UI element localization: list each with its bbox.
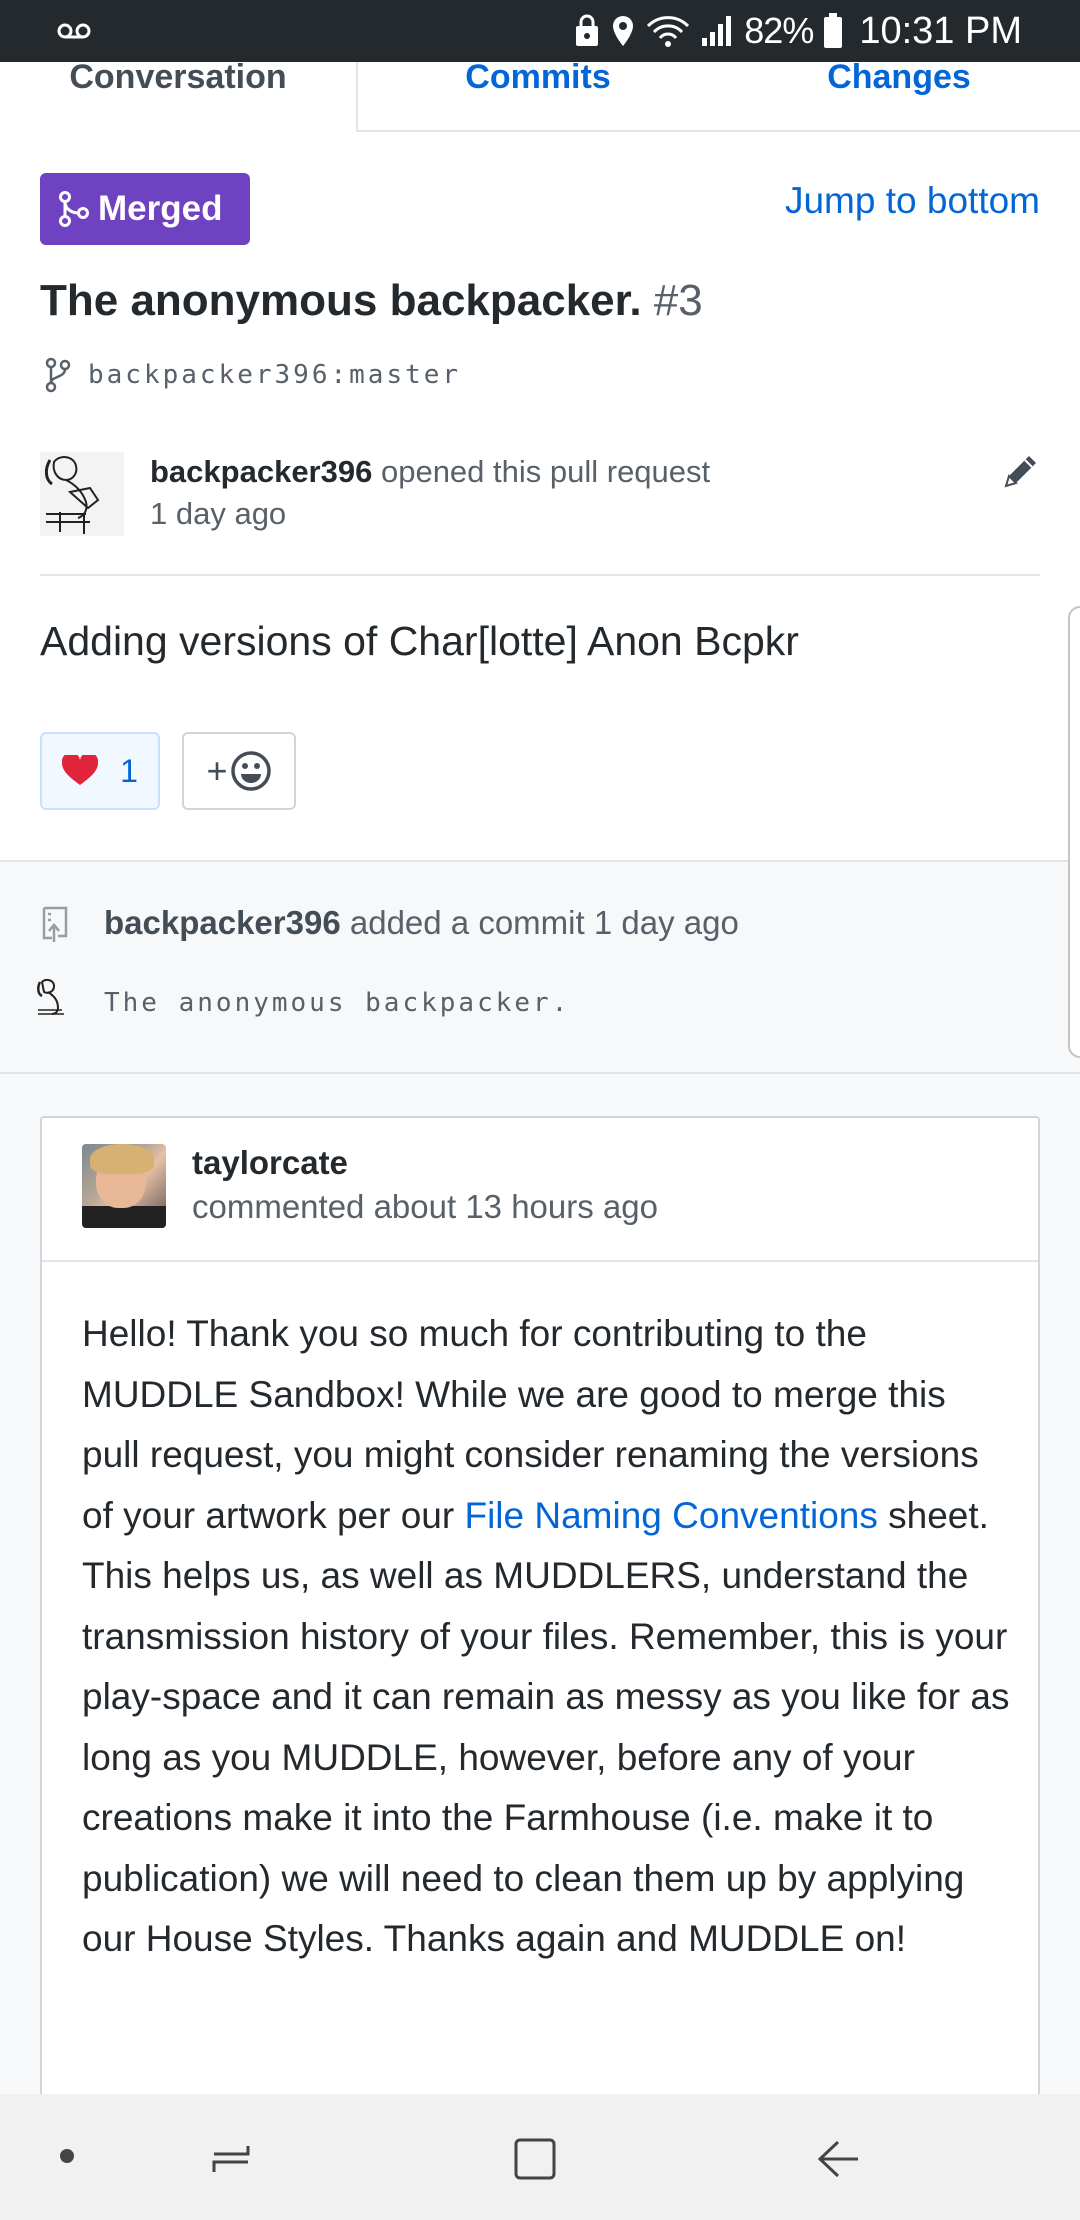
commit-event-text: backpacker396 added a commit 1 day ago xyxy=(104,904,739,942)
nav-dot-icon[interactable] xyxy=(60,2149,74,2163)
scroll-handle[interactable] xyxy=(1068,606,1080,1058)
recent-apps-icon[interactable] xyxy=(206,2134,256,2184)
repo-push-icon xyxy=(42,906,68,942)
opener-time: 1 day ago xyxy=(150,496,287,531)
commit-author-avatar[interactable] xyxy=(36,978,70,1018)
tab-label: Changes xyxy=(827,58,971,96)
add-reaction-button[interactable]: + xyxy=(182,732,296,810)
edit-pencil-icon[interactable] xyxy=(1000,452,1040,492)
clock: 10:31 PM xyxy=(859,9,1022,52)
opener-action: opened this pull request xyxy=(380,454,711,489)
branch-name: backpacker396:master xyxy=(88,360,462,390)
heart-reaction-button[interactable]: 1 xyxy=(40,732,160,810)
tab-changes[interactable]: Changes xyxy=(718,58,1080,132)
system-navigation-bar xyxy=(0,2094,1080,2220)
avatar[interactable] xyxy=(82,1144,166,1228)
pr-number: #3 xyxy=(653,276,703,325)
tab-label: Conversation xyxy=(69,58,287,96)
comment-header: taylorcate commented about 13 hours ago xyxy=(42,1118,1038,1262)
commit-message-link[interactable]: The anonymous backpacker. xyxy=(104,988,570,1018)
battery-icon xyxy=(824,13,843,48)
merged-label: Merged xyxy=(98,189,223,228)
home-icon[interactable] xyxy=(510,2134,560,2184)
opener-text: backpacker396 opened this pull request xyxy=(150,454,710,490)
wifi-icon xyxy=(647,16,690,47)
merged-status-badge: Merged xyxy=(40,173,250,245)
tab-bar: Conversation Commits Changes xyxy=(0,58,1080,132)
commit-action: added a commit xyxy=(349,904,585,941)
commit-event: backpacker396 added a commit 1 day ago T… xyxy=(0,860,1080,1074)
comment-card: taylorcate commented about 13 hours ago … xyxy=(40,1116,1040,2116)
status-bar: 82% 10:31 PM xyxy=(0,0,1080,62)
avatar[interactable] xyxy=(40,452,124,536)
file-naming-conventions-link[interactable]: File Naming Conventions xyxy=(464,1495,877,1536)
commit-username[interactable]: backpacker396 xyxy=(104,904,341,941)
pr-description: Adding versions of Char[lotte] Anon Bcpk… xyxy=(40,618,799,664)
voicemail-icon xyxy=(57,23,91,39)
comment-author[interactable]: taylorcate xyxy=(192,1144,348,1182)
commit-time: 1 day ago xyxy=(593,904,739,941)
pr-title-text: The anonymous backpacker. xyxy=(40,276,642,325)
tab-conversation[interactable]: Conversation xyxy=(0,58,358,132)
pr-title: The anonymous backpacker. #3 xyxy=(40,276,703,326)
jump-to-bottom-link[interactable]: Jump to bottom xyxy=(785,180,1040,222)
sketch-avatar-image xyxy=(44,456,100,534)
pr-opener: backpacker396 opened this pull request 1… xyxy=(40,448,1040,574)
branch-icon xyxy=(45,357,71,393)
lock-icon xyxy=(576,14,599,46)
opener-username[interactable]: backpacker396 xyxy=(150,454,372,489)
comment-timestamp: commented about 13 hours ago xyxy=(192,1188,658,1225)
signal-icon xyxy=(702,16,732,46)
comment-text-after-link: sheet. This helps us, as well as MUDDLER… xyxy=(82,1494,1010,1960)
tab-label: Commits xyxy=(465,58,611,96)
branch-row: backpacker396:master xyxy=(44,356,461,394)
battery-percent: 82% xyxy=(744,10,814,51)
tab-commits[interactable]: Commits xyxy=(358,58,718,132)
merge-icon xyxy=(59,191,89,227)
comment-body: Hello! Thank you so much for contributin… xyxy=(82,1304,1012,1970)
location-icon xyxy=(613,16,634,46)
heart-icon xyxy=(62,755,99,785)
smiley-icon xyxy=(230,751,271,791)
add-reaction-plus: + xyxy=(206,750,228,791)
heart-count: 1 xyxy=(120,752,138,789)
divider xyxy=(40,574,1040,576)
back-icon[interactable] xyxy=(812,2134,862,2184)
